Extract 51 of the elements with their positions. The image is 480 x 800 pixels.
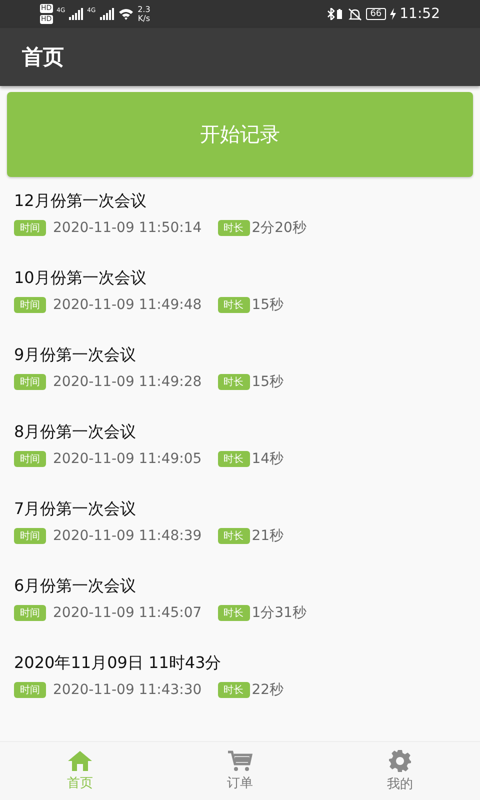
meeting-time: 2020-11-09 11:48:39 [53,528,202,544]
meeting-duration: 1分31秒 [252,604,306,622]
meeting-time: 2020-11-09 11:49:05 [53,451,202,467]
meeting-title[interactable]: 8月份第一次会议 [14,422,466,443]
bluetooth-icon [326,8,344,20]
meeting-time: 2020-11-09 11:45:07 [53,605,202,621]
time-tag: 时间 [14,374,46,390]
battery-level: 66 [366,8,386,20]
duration-tag: 时长 [218,297,250,313]
settings-icon [388,749,412,773]
network-speed: 2.3 [138,5,150,14]
time-tag: 时间 [14,220,46,236]
meeting-duration: 14秒 [252,450,284,468]
duration-tag: 时长 [218,220,250,236]
duration-tag: 时长 [218,605,250,621]
time-tag: 时间 [14,451,46,467]
meeting-title[interactable]: 2020年11月09日 11时43分 [14,653,466,674]
duration-tag: 时长 [218,528,250,544]
meeting-duration: 15秒 [252,373,284,391]
time-tag: 时间 [14,528,46,544]
signal-icon [100,8,114,20]
meeting-title[interactable]: 9月份第一次会议 [14,345,466,366]
meeting-time: 2020-11-09 11:43:30 [53,682,202,698]
meeting-duration: 21秒 [252,527,284,545]
muted-bell-icon [348,8,362,20]
meeting-time: 2020-11-09 11:49:28 [53,374,202,390]
meeting-title[interactable]: 7月份第一次会议 [14,499,466,520]
signal-icon [69,8,84,20]
time-tag: 时间 [14,682,46,698]
wifi-icon [118,8,134,20]
meeting-time: 2020-11-09 11:49:48 [53,297,202,313]
duration-tag: 时长 [218,374,250,390]
time-tag: 时间 [14,605,46,621]
meeting-duration: 15秒 [252,296,284,314]
time-tag: 时间 [14,297,46,313]
clock: 11:52 [400,6,440,22]
cart-icon [227,750,253,772]
home-icon [67,750,93,772]
duration-tag: 时长 [218,682,250,698]
duration-tag: 时长 [218,451,250,467]
meeting-duration: 2分20秒 [252,219,306,237]
nav-tab[interactable]: 订单 [160,742,320,800]
meeting-duration: 22秒 [252,681,284,699]
meeting-title[interactable]: 12月份第一次会议 [14,191,466,212]
nav-tab[interactable]: 我的 [320,742,480,800]
meeting-title[interactable]: 6月份第一次会议 [14,576,466,597]
meeting-title[interactable]: 10月份第一次会议 [14,268,466,289]
network-speed: K/s [138,14,150,23]
page-title: 首页 [22,44,64,71]
meeting-time: 2020-11-09 11:50:14 [53,220,202,236]
charging-icon [390,8,396,20]
